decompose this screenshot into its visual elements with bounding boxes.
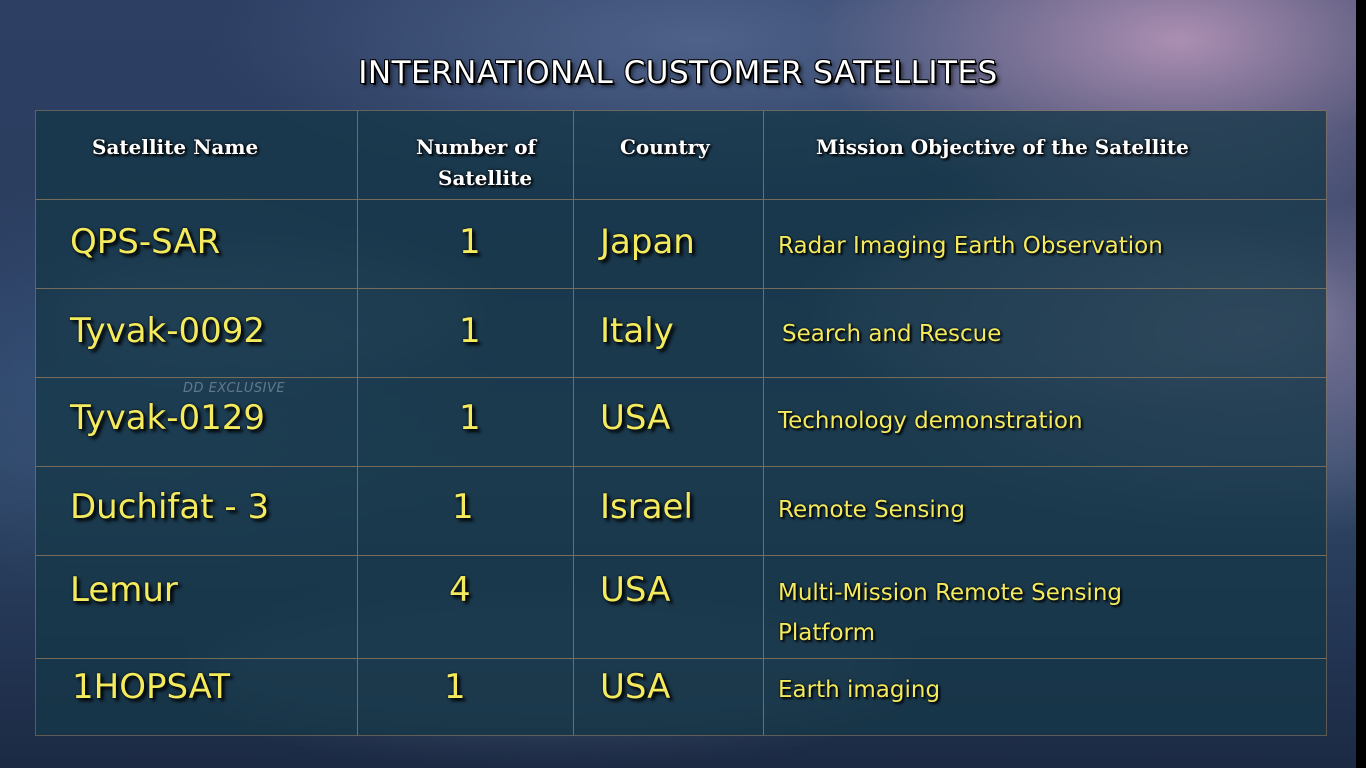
satellite-count: 4 bbox=[449, 570, 471, 610]
table-row-name-cell: Tyvak-0092 bbox=[36, 289, 358, 378]
table-row-mission-cell: Radar Imaging Earth Observation bbox=[764, 200, 1326, 289]
satellite-mission: Remote Sensing bbox=[778, 497, 965, 523]
table-row-number-cell: 4 bbox=[358, 556, 574, 659]
satellite-mission: Technology demonstration bbox=[778, 408, 1083, 434]
satellite-country: Israel bbox=[600, 487, 693, 527]
satellite-mission: Earth imaging bbox=[778, 677, 941, 703]
satellite-country: Italy bbox=[600, 311, 674, 351]
table-row-number-cell: 1 bbox=[358, 659, 574, 735]
satellite-country: USA bbox=[600, 398, 671, 438]
satellite-country: USA bbox=[600, 667, 671, 707]
table-row-country-cell: Italy bbox=[574, 289, 764, 378]
table-row-country-cell: Japan bbox=[574, 200, 764, 289]
satellite-country: USA bbox=[600, 570, 671, 610]
table-row-mission-cell: Earth imaging bbox=[764, 659, 1326, 735]
table-row-name-cell: 1HOPSAT bbox=[36, 659, 358, 735]
satellite-table: Satellite Name Number of Satellite Count… bbox=[36, 111, 1326, 735]
satellite-name: Duchifat - 3 bbox=[70, 487, 270, 527]
table-row-number-cell: 1 bbox=[358, 467, 574, 556]
header-cell-country: Country bbox=[574, 111, 764, 200]
frame-edge bbox=[1356, 0, 1366, 768]
watermark-text: DD EXCLUSIVE bbox=[183, 381, 286, 396]
satellite-mission: Search and Rescue bbox=[782, 321, 1002, 347]
satellite-count: 1 bbox=[452, 487, 474, 527]
table-row-mission-cell: Search and Rescue bbox=[764, 289, 1326, 378]
header-cell-number: Number of Satellite bbox=[358, 111, 574, 200]
table-row-number-cell: 1 bbox=[358, 378, 574, 467]
satellite-mission: Radar Imaging Earth Observation bbox=[778, 233, 1163, 259]
table-row-name-cell: Duchifat - 3 bbox=[36, 467, 358, 556]
table-row-name-cell: Lemur bbox=[36, 556, 358, 659]
satellite-name: 1HOPSAT bbox=[72, 667, 231, 707]
header-number-line2: Satellite bbox=[438, 166, 533, 190]
table-row-country-cell: USA bbox=[574, 659, 764, 735]
header-cell-name: Satellite Name bbox=[36, 111, 358, 200]
table-row-country-cell: USA bbox=[574, 378, 764, 467]
satellite-name: Lemur bbox=[70, 570, 178, 610]
table-row-number-cell: 1 bbox=[358, 200, 574, 289]
satellite-mission: Multi-Mission Remote Sensing bbox=[778, 580, 1123, 606]
table-row-mission-cell: Technology demonstration bbox=[764, 378, 1326, 467]
header-mission: Mission Objective of the Satellite bbox=[816, 135, 1189, 159]
table-row-name-cell: QPS-SAR bbox=[36, 200, 358, 289]
header-country: Country bbox=[620, 135, 710, 159]
satellite-count: 1 bbox=[459, 222, 481, 262]
table-row-number-cell: 1 bbox=[358, 289, 574, 378]
satellite-count: 1 bbox=[459, 398, 481, 438]
satellite-name: QPS-SAR bbox=[70, 222, 221, 262]
satellite-name: Tyvak-0092 bbox=[70, 311, 266, 351]
satellite-count: 1 bbox=[444, 667, 466, 707]
table-row-mission-cell: Remote Sensing bbox=[764, 467, 1326, 556]
page-title: INTERNATIONAL CUSTOMER SATELLITES bbox=[358, 55, 998, 91]
satellite-mission-line2: Platform bbox=[778, 620, 875, 646]
table-row-country-cell: Israel bbox=[574, 467, 764, 556]
satellite-name: Tyvak-0129 bbox=[70, 398, 266, 438]
satellite-count: 1 bbox=[459, 311, 481, 351]
header-satellite-name: Satellite Name bbox=[92, 135, 259, 159]
header-cell-mission: Mission Objective of the Satellite bbox=[764, 111, 1326, 200]
satellite-country: Japan bbox=[600, 222, 695, 262]
table-row-country-cell: USA bbox=[574, 556, 764, 659]
table-row-mission-cell: Multi-Mission Remote Sensing Platform bbox=[764, 556, 1326, 659]
header-number-line1: Number of bbox=[416, 135, 537, 159]
